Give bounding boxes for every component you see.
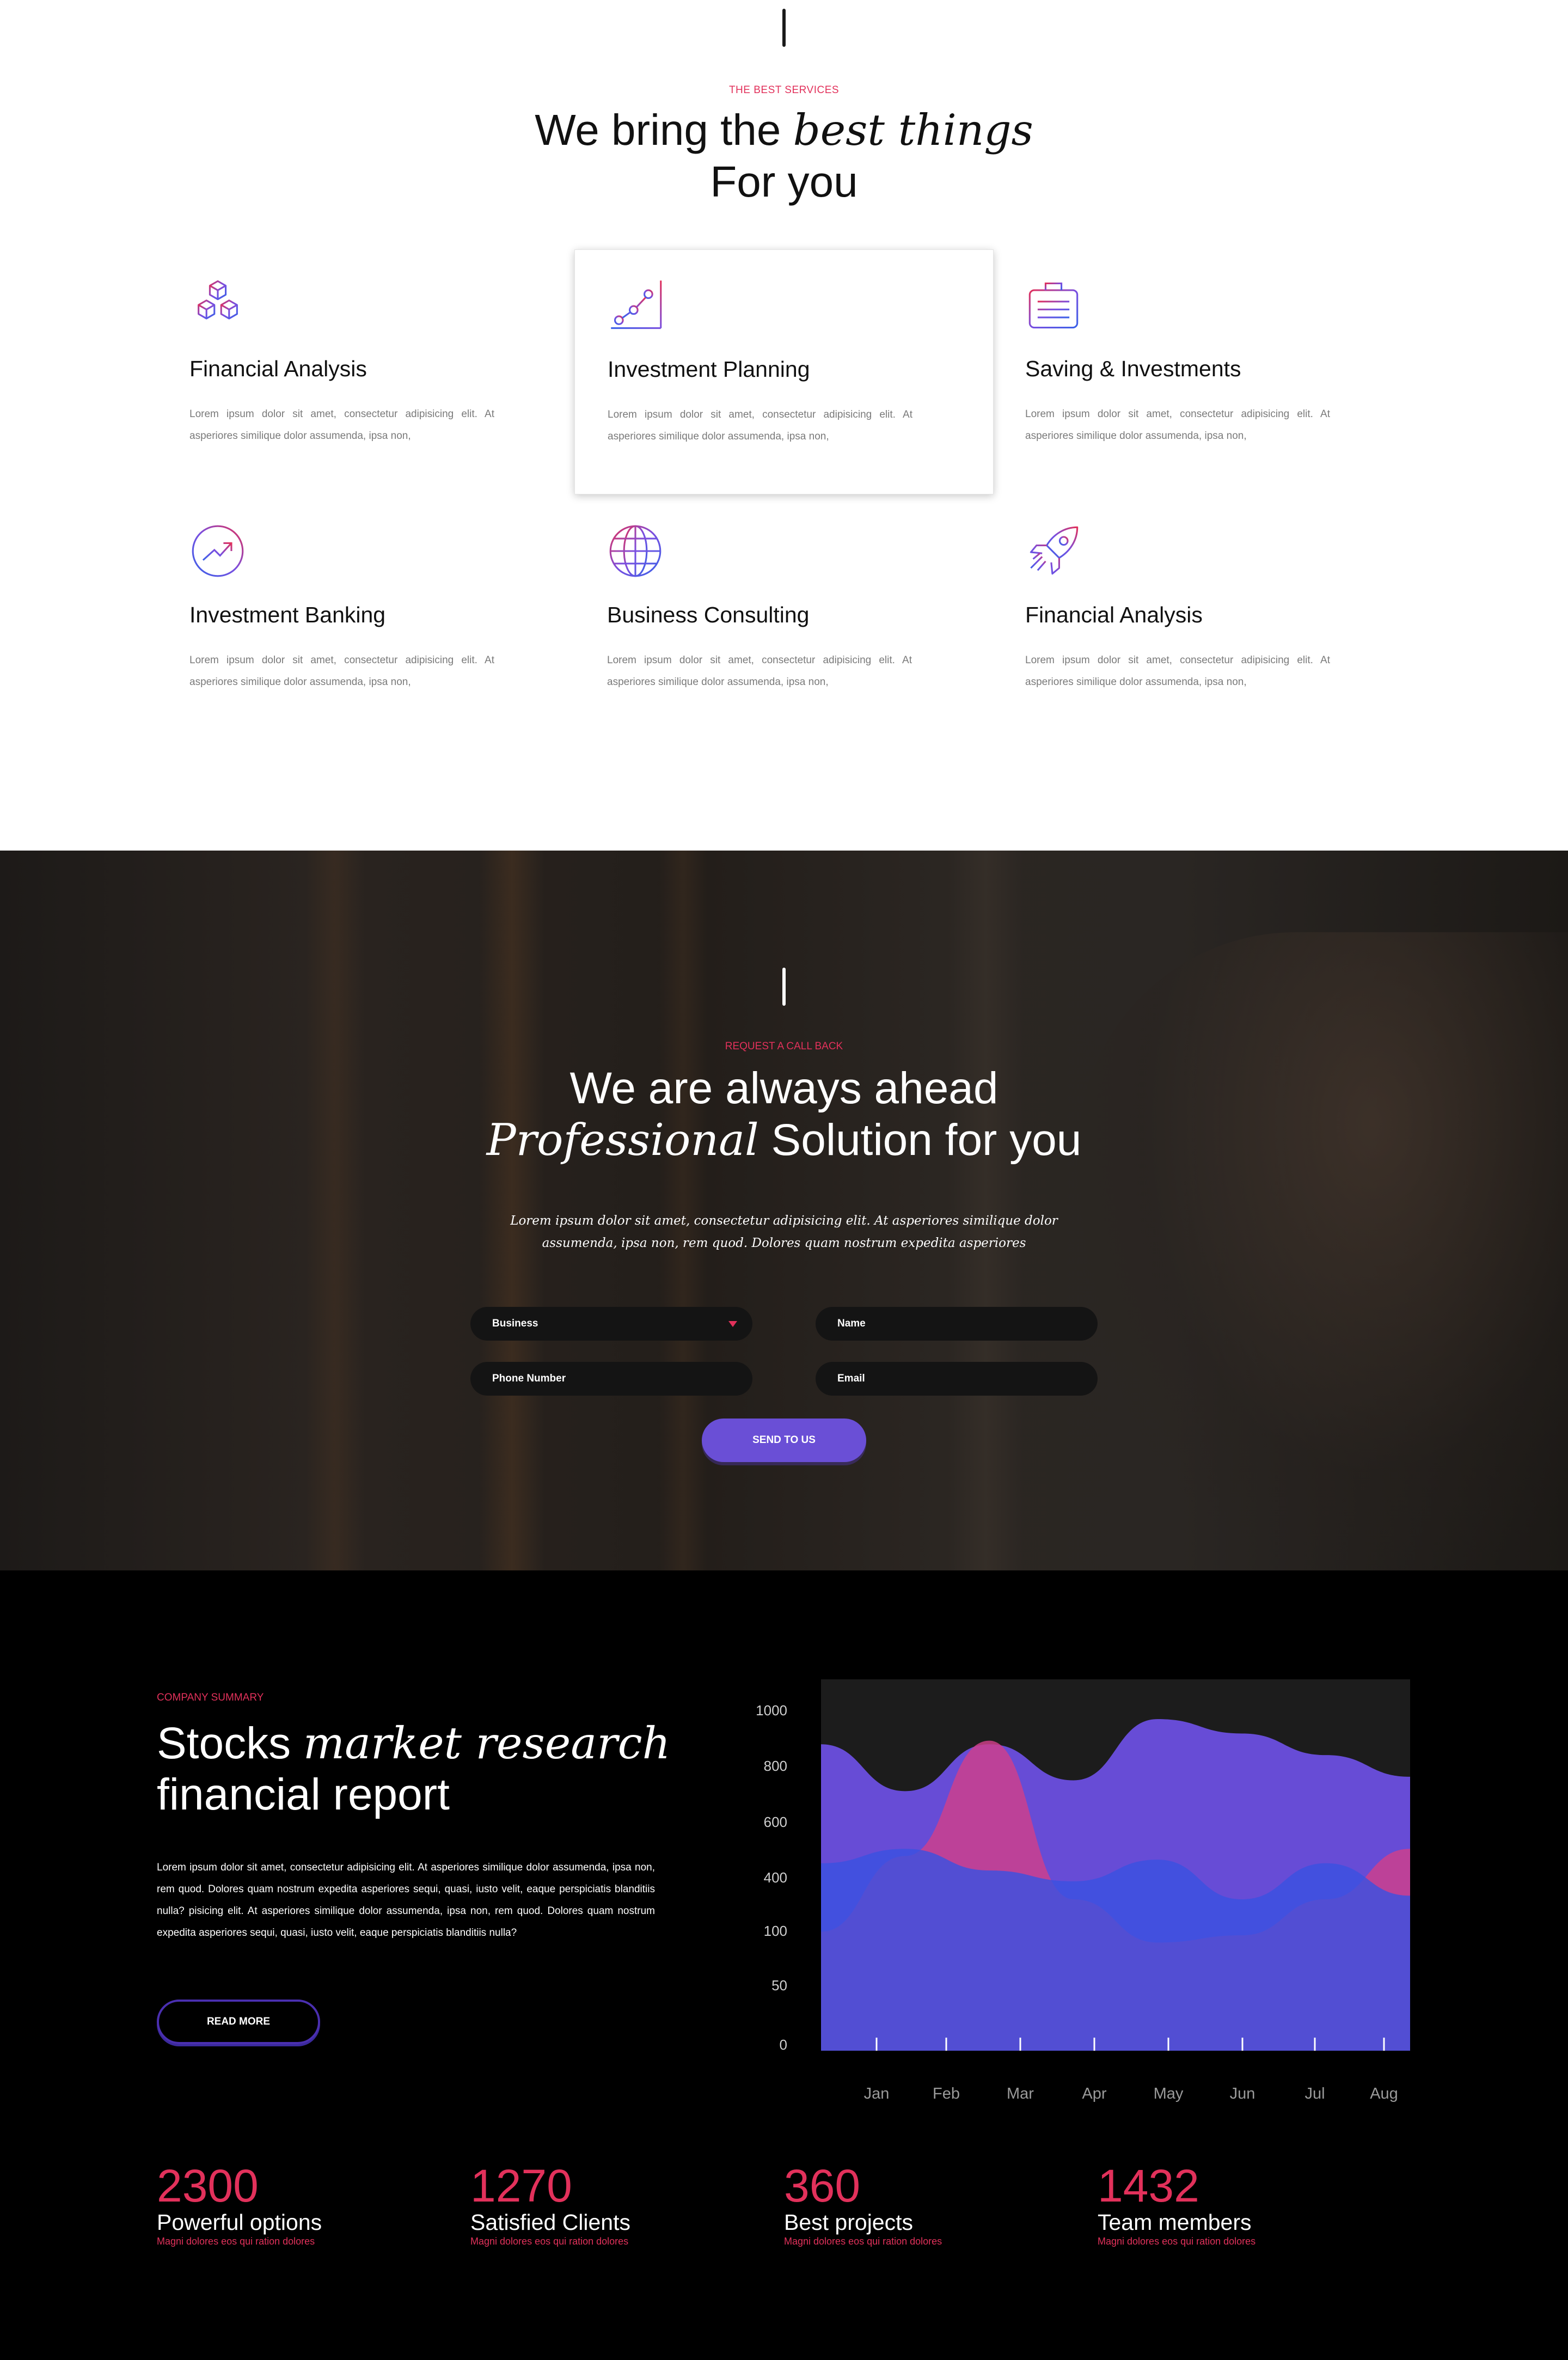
service-card-saving-investments[interactable]: Saving & Investments Lorem ipsum dolor s…	[993, 249, 1412, 494]
summary-eyebrow: COMPANY SUMMARY	[157, 1692, 264, 1703]
service-card-text: Lorem ipsum dolor sit amet, consectetur …	[1025, 408, 1330, 442]
name-field[interactable]: Name	[816, 1307, 1098, 1341]
chart-x-tick-label: Jun	[1230, 2085, 1255, 2102]
email-field-placeholder: Email	[837, 1373, 865, 1384]
service-card-title: Business Consulting	[607, 602, 810, 627]
service-card-title: Financial Analysis	[189, 356, 367, 381]
send-button[interactable]: SEND TO US	[702, 1419, 866, 1462]
services-eyebrow: THE BEST SERVICES	[728, 84, 840, 96]
email-field[interactable]: Email	[816, 1362, 1098, 1396]
services-title-italic: best things	[793, 106, 1033, 155]
section-divider-line	[782, 968, 786, 1006]
services-section: THE BEST SERVICES We bring the best thin…	[0, 0, 1568, 851]
stat-best-projects: 360 Best projects Magni dolores eos qui …	[784, 2161, 942, 2248]
chart-y-tick-label: 800	[764, 1758, 787, 1774]
name-field-placeholder: Name	[837, 1318, 866, 1329]
services-title-part1: We bring the	[535, 106, 781, 154]
business-select[interactable]: Business	[470, 1307, 752, 1341]
stat-label: Powerful options	[157, 2210, 322, 2235]
service-card-title: Investment Banking	[189, 602, 386, 627]
chart-y-tick-label: 1000	[756, 1702, 787, 1719]
chart-x-tick-label: Feb	[933, 2085, 960, 2102]
chart-x-tick-label: Aug	[1370, 2085, 1398, 2102]
chart-y-tick-label: 100	[764, 1923, 787, 1939]
stat-label: Team members	[1098, 2210, 1252, 2235]
business-select-value: Business	[492, 1318, 538, 1329]
callback-title-rest: Solution for you	[771, 1115, 1082, 1165]
service-card-investment-banking[interactable]: Investment Banking Lorem ipsum dolor sit…	[157, 496, 576, 741]
callback-eyebrow: REQUEST A CALL BACK	[725, 1041, 843, 1052]
service-card-financial-analysis-2[interactable]: Financial Analysis Lorem ipsum dolor sit…	[993, 496, 1412, 741]
summary-text: Lorem ipsum dolor sit amet, consectetur …	[157, 1862, 655, 1939]
callback-title-italic: Professional	[486, 1114, 759, 1165]
stat-subtext: Magni dolores eos qui ration dolores	[157, 2236, 315, 2247]
stat-label: Satisfied Clients	[470, 2210, 630, 2235]
phone-field-placeholder: Phone Number	[492, 1373, 566, 1384]
summary-title: Stocks market research financial report	[157, 1717, 670, 1820]
service-card-business-consulting[interactable]: Business Consulting Lorem ipsum dolor si…	[574, 496, 994, 741]
chart-x-tick-label: Apr	[1082, 2085, 1106, 2102]
service-card-financial-analysis[interactable]: Financial Analysis Lorem ipsum dolor sit…	[157, 249, 576, 494]
stat-subtext: Magni dolores eos qui ration dolores	[470, 2236, 629, 2247]
service-card-text: Lorem ipsum dolor sit amet, consectetur …	[608, 409, 912, 442]
service-card-text: Lorem ipsum dolor sit amet, consectetur …	[189, 655, 494, 688]
callback-description: Lorem ipsum dolor sit amet, consectetur …	[510, 1214, 1058, 1250]
rocket-icon	[1025, 523, 1082, 579]
globe-icon	[607, 523, 664, 579]
summary-title-part1: Stocks	[157, 1719, 291, 1768]
chart-x-tick-label: May	[1154, 2085, 1184, 2102]
cubes-icon	[189, 277, 246, 333]
service-card-text: Lorem ipsum dolor sit amet, consectetur …	[607, 655, 912, 688]
briefcase-icon	[1025, 277, 1082, 333]
trend-circle-icon	[189, 523, 246, 579]
service-card-text: Lorem ipsum dolor sit amet, consectetur …	[189, 408, 494, 442]
chart-y-tick-label: 400	[764, 1869, 787, 1886]
summary-title-italic: market research	[303, 1717, 671, 1769]
service-card-text: Lorem ipsum dolor sit amet, consectetur …	[1025, 655, 1330, 688]
area-chart-svg: 1000 800 600 400 100 50 0 Jan Feb Mar Apr May Jun Jul…	[756, 1679, 1410, 2102]
growth-chart-icon	[608, 277, 664, 334]
chart-series-area-2	[821, 1849, 1410, 2051]
services-title: We bring the best things For you	[0, 105, 1568, 207]
chart-y-tick-label: 0	[780, 2037, 787, 2053]
section-divider-line	[782, 9, 786, 47]
stat-number: 1270	[470, 2160, 572, 2211]
service-card-title: Investment Planning	[608, 357, 810, 382]
service-card-title: Saving & Investments	[1025, 356, 1241, 381]
stat-subtext: Magni dolores eos qui ration dolores	[1098, 2236, 1256, 2247]
service-card-investment-planning[interactable]: Investment Planning Lorem ipsum dolor si…	[574, 249, 994, 494]
chevron-down-icon	[728, 1321, 737, 1327]
summary-title-line2: financial report	[157, 1770, 450, 1819]
chart-x-tick-label: Jul	[1304, 2085, 1325, 2102]
service-card-title: Financial Analysis	[1025, 602, 1203, 627]
chart-y-tick-label: 600	[764, 1814, 787, 1830]
chart-x-tick-label: Mar	[1007, 2085, 1034, 2102]
chart-y-tick-label: 50	[771, 1977, 787, 1994]
callback-title: We are always ahead Professional Solutio…	[0, 1063, 1568, 1166]
stat-number: 1432	[1098, 2160, 1199, 2211]
summary-section: COMPANY SUMMARY Stocks market research f…	[0, 1570, 1568, 2360]
services-title-part2: For you	[710, 157, 858, 206]
phone-field[interactable]: Phone Number	[470, 1362, 752, 1396]
stat-number: 2300	[157, 2160, 259, 2211]
callback-section: REQUEST A CALL BACK We are always ahead …	[0, 851, 1568, 1570]
stat-powerful-options: 2300 Powerful options Magni dolores eos …	[157, 2161, 322, 2248]
stat-subtext: Magni dolores eos qui ration dolores	[784, 2236, 942, 2247]
callback-title-line1: We are always ahead	[569, 1063, 999, 1113]
stat-satisfied-clients: 1270 Satisfied Clients Magni dolores eos…	[470, 2161, 630, 2248]
stat-team-members: 1432 Team members Magni dolores eos qui …	[1098, 2161, 1255, 2248]
stat-number: 360	[784, 2160, 861, 2211]
area-chart: 1000 800 600 400 100 50 0 Jan Feb Mar Apr May Jun Jul…	[740, 1679, 1426, 2137]
stat-label: Best projects	[784, 2210, 913, 2235]
read-more-button[interactable]: READ MORE	[157, 2000, 320, 2044]
chart-x-tick-label: Jan	[864, 2085, 890, 2102]
